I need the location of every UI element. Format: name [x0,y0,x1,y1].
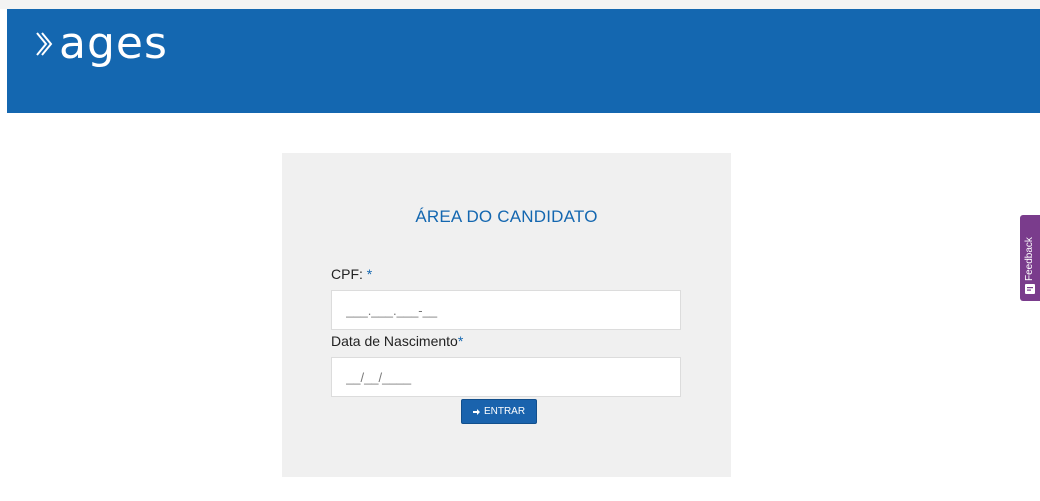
entrar-button[interactable]: ENTRAR [461,399,537,424]
feedback-tab[interactable]: Feedback [1020,215,1040,301]
logo-chevron-icon [36,32,53,56]
birth-date-label-text: Data de Nascimento [331,333,458,349]
cpf-input[interactable] [331,290,681,330]
cpf-label: CPF: * [331,266,372,282]
cpf-required-marker: * [366,266,373,282]
header-bar: ages [7,9,1040,113]
page: ages ÁREA DO CANDIDATO CPF: * Data de Na… [0,0,1040,501]
sign-in-icon [472,408,480,415]
comment-icon [1025,284,1035,294]
birth-date-input[interactable] [331,357,681,397]
entrar-button-label: ENTRAR [483,406,526,417]
panel-title: ÁREA DO CANDIDATO [415,207,598,226]
top-strip [0,0,1040,9]
ages-logo[interactable]: ages [33,21,168,67]
cpf-label-text: CPF: [331,266,363,282]
birth-date-label: Data de Nascimento* [331,333,463,349]
login-panel: ÁREA DO CANDIDATO CPF: * Data de Nascime… [282,153,731,477]
logo-text: ages [59,18,168,69]
birth-date-required-marker: * [457,333,464,349]
feedback-label: Feedback [1024,237,1035,281]
